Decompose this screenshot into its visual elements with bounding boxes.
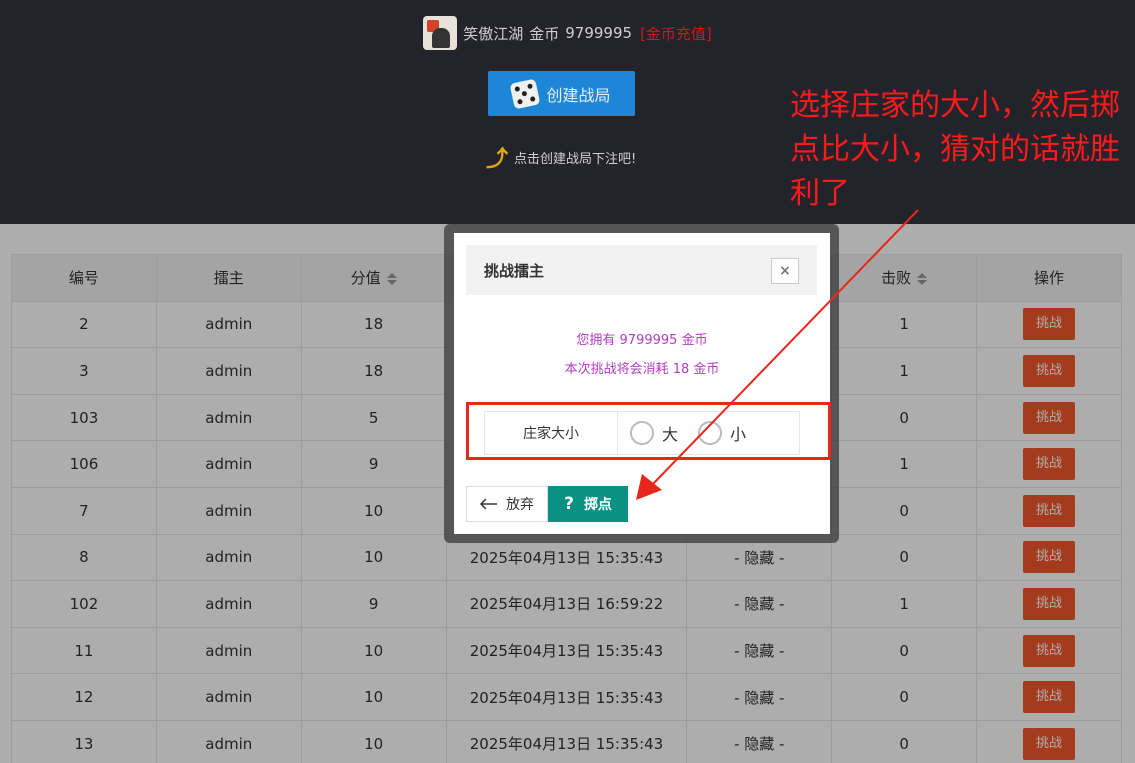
create-hint: ⤴ 点击创建战局下注吧! [486,141,636,173]
annotation-highlight-box [466,402,831,460]
owned-coins-line: 您拥有 9799995 金币 [576,333,708,348]
giveup-label: 放弃 [506,497,534,513]
challenge-modal: 挑战擂主 × 您拥有 9799995 金币 本次挑战将会消耗 18 金币 庄家大… [454,233,830,534]
arrow-left-icon [480,498,497,510]
annotation-text: 选择庄家的大小，然后掷点比大小，猜对的话就胜利了 [790,88,1120,211]
create-battle-label: 创建战局 [546,85,611,105]
question-icon: ? [564,494,574,514]
create-battle-button[interactable]: 创建战局 [488,71,635,116]
dice-icon [510,78,541,109]
user-avatar [423,16,458,50]
recharge-link[interactable]: [金币充值] [640,23,712,44]
cost-line: 本次挑战将会消耗 18 金币 [564,362,720,377]
modal-title: 挑战擂主 [484,261,545,280]
giveup-button[interactable]: 放弃 [466,486,548,522]
close-icon[interactable]: × [771,258,799,284]
hint-text: 点击创建战局下注吧! [514,151,637,167]
curved-arrow-up-icon: ⤴ [486,147,509,172]
coin-amount: 9799995 [565,24,633,42]
roll-label: 掷点 [583,497,612,513]
username: 笑傲江湖 [463,24,524,43]
roll-button[interactable]: ? 掷点 [548,486,628,522]
modal-header: 挑战擂主 × [466,245,817,295]
coin-label: 金币 [529,24,560,43]
user-info: 笑傲江湖 金币 9799995 [金币充值] [0,16,1135,50]
